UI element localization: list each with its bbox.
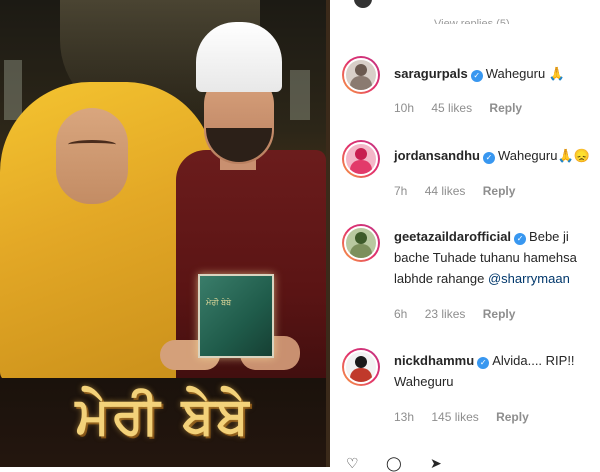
comment-message: Waheguru🙏😞 [497,148,590,163]
comment-likes[interactable]: 45 likes [431,101,472,115]
avatar[interactable] [342,56,380,94]
verified-badge-icon: ✓ [477,357,490,369]
comment-meta: 6h 23 likes Reply [394,307,529,321]
avatar[interactable] [342,224,380,262]
poster-woman-eyes [68,140,116,149]
comment-username[interactable]: geetazaildarofficial [394,229,511,244]
avatar[interactable] [352,0,374,10]
verified-badge-icon: ✓ [514,233,527,245]
comment-time: 6h [394,307,408,321]
comment-time: 13h [394,410,415,424]
comment-likes[interactable]: 145 likes [431,410,478,424]
comment-likes[interactable]: 23 likes [425,307,466,321]
mention-link[interactable]: @sharrymaan [488,271,570,286]
poster-cd-case: ਮੇਰੀ ਬੇਬੇ [198,274,274,358]
comment-text: saragurpals ✓ Waheguru 🙏 [394,64,594,83]
verified-badge-icon: ✓ [482,152,495,164]
poster-man-turban [196,22,282,92]
comment-meta: 7h 44 likes Reply [394,184,529,198]
poster-background-window [4,60,22,120]
comment-likes[interactable]: 44 likes [425,184,466,198]
comment-text: nickdhammu ✓ Alvida.... RIP!! Waheguru [394,350,594,392]
cd-case-title: ਮੇਰੀ ਬੇਬੇ [206,298,232,307]
comment-meta: 13h 145 likes Reply [394,410,543,424]
avatar[interactable] [342,140,380,178]
comment-icon[interactable]: ◯ [386,455,402,472]
avatar[interactable] [342,348,380,386]
verified-badge-icon: ✓ [470,70,483,82]
reply-button[interactable]: Reply [483,184,516,198]
comment-message: Waheguru 🙏 [485,66,565,81]
poster-image: ਮੇਰੀ ਬੇਬੇ ਮੇਰੀ ਬੇਬੇ [0,0,326,467]
share-icon[interactable]: ➤ [430,455,442,472]
poster-title: ਮੇਰੀ ਬੇਬੇ [75,386,251,446]
comment-username[interactable]: jordansandhu [394,148,480,163]
comment-meta: 10h 45 likes Reply [394,101,536,115]
view-replies-link[interactable]: View replies (5) [434,17,510,24]
reply-button[interactable]: Reply [489,101,522,115]
comment-username[interactable]: saragurpals [394,66,468,81]
comment-time: 7h [394,184,408,198]
comment-text: geetazaildarofficial ✓ Bebe ji bache Tuhad… [394,226,594,289]
reply-button[interactable]: Reply [496,410,529,424]
poster-woman-face [56,108,128,204]
comment-text: jordansandhu ✓ Waheguru🙏😞 [394,146,594,165]
heart-icon[interactable]: ♡ [346,455,359,472]
comments-panel: View replies (5) saragurpals ✓ Waheguru 🙏 … [330,0,600,471]
comment-username[interactable]: nickdhammu [394,353,474,368]
reply-button[interactable]: Reply [483,307,516,321]
comment-time: 10h [394,101,415,115]
poster-background-window [290,70,310,120]
